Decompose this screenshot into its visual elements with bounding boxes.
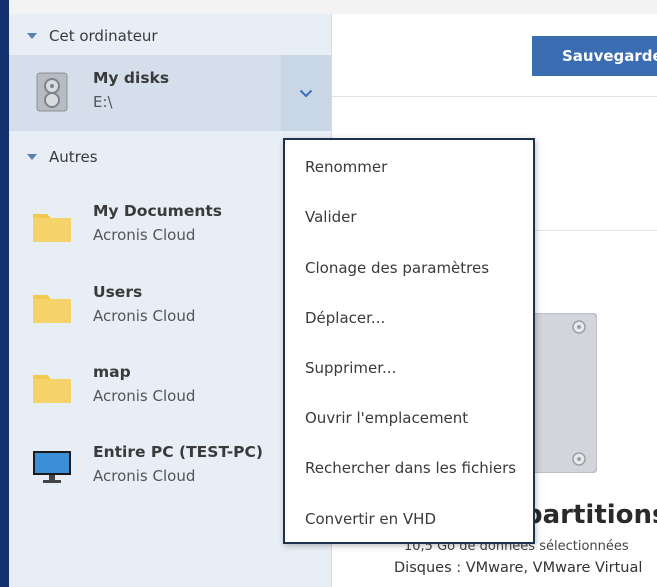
backup-name: My Documents [93,202,222,220]
backup-content-title: partitions [524,500,657,530]
menu-item-convert-vhd[interactable]: Convertir en VHD [305,505,436,533]
backup-location: Acronis Cloud [93,307,196,325]
backup-location: Acronis Cloud [93,226,196,244]
backup-item-my-disks[interactable]: My disks E:\ [9,55,331,131]
backup-location: E:\ [93,93,113,111]
item-menu-dropdown-button[interactable] [281,55,331,131]
selected-disks: Disques : VMware, VMware Virtual [394,560,643,576]
folder-icon [33,295,71,323]
menu-item-rename[interactable]: Renommer [305,153,387,181]
section-title: Autres [49,148,98,166]
folder-icon [33,375,71,403]
backup-name: Entire PC (TEST-PC) [93,443,263,461]
monitor-icon [33,451,71,483]
menu-item-move[interactable]: Déplacer... [305,304,385,332]
collapse-triangle-icon [27,33,37,39]
folder-icon [33,214,71,242]
backup-name: Users [93,283,143,301]
chevron-down-icon [299,89,313,97]
backup-location: Acronis Cloud [93,387,196,405]
disk-icon [36,72,68,112]
section-header-computer[interactable]: Cet ordinateur [9,24,331,48]
menu-item-delete[interactable]: Supprimer... [305,354,396,382]
divider [332,96,657,97]
top-bar [0,0,657,14]
backup-name: My disks [93,69,170,87]
menu-item-search-files[interactable]: Rechercher dans les fichiers [305,454,516,482]
backup-context-menu: Renommer Valider Clonage des paramètres … [283,138,535,544]
menu-item-clone-settings[interactable]: Clonage des paramètres [305,254,489,282]
window-edge [0,0,9,587]
backup-name: map [93,363,131,381]
collapse-triangle-icon [27,154,37,160]
backup-location: Acronis Cloud [93,467,196,485]
section-title: Cet ordinateur [49,27,158,45]
menu-item-open-location[interactable]: Ouvrir l'emplacement [305,404,468,432]
menu-item-validate[interactable]: Valider [305,203,357,231]
backup-now-button[interactable]: Sauvegarder [532,36,657,76]
